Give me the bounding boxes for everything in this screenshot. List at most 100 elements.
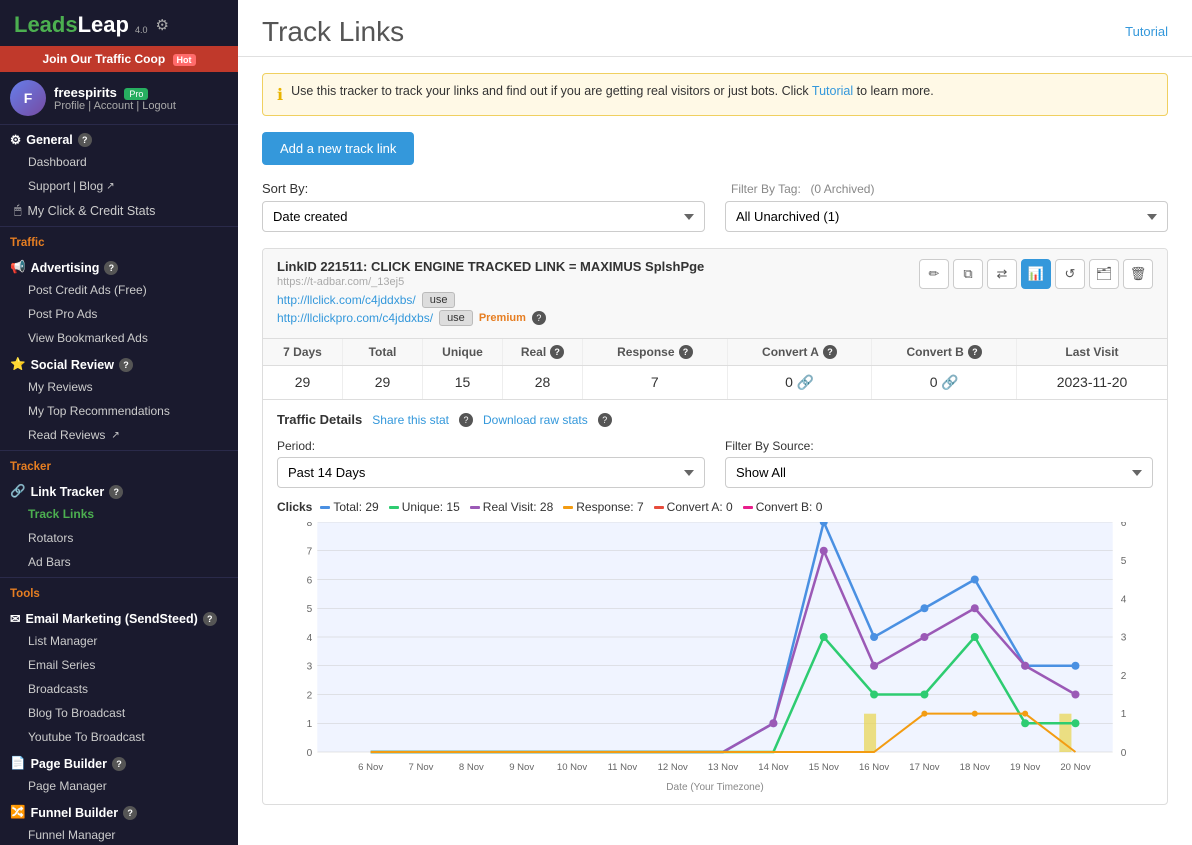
premium-help-icon[interactable]: ?	[532, 311, 546, 325]
response-help-icon[interactable]: ?	[679, 345, 693, 359]
dashboard-label: Dashboard	[28, 155, 87, 169]
email-marketing-help-icon[interactable]: ?	[203, 612, 217, 626]
sidebar-item-top-recommendations[interactable]: My Top Recommendations	[0, 399, 238, 423]
advertising-help-icon[interactable]: ?	[104, 261, 118, 275]
sidebar-item-youtube-to-broadcast[interactable]: Youtube To Broadcast	[0, 725, 238, 749]
delete-button[interactable]: 🗑	[1123, 259, 1153, 289]
legend-real-dot	[470, 506, 480, 509]
period-group: Period: Past 14 Days Past 7 Days Past 30…	[277, 439, 705, 488]
svg-text:18 Nov: 18 Nov	[960, 762, 990, 773]
stat-header-real: Real ?	[503, 339, 583, 365]
click-credit-icon: 🖱	[14, 203, 22, 218]
sidebar-item-post-credit-ads[interactable]: Post Credit Ads (Free)	[0, 278, 238, 302]
legend-total: Total: 29	[320, 500, 378, 514]
share-stat-link[interactable]: Share this stat	[372, 413, 449, 427]
sidebar-item-post-pro-ads[interactable]: Post Pro Ads	[0, 302, 238, 326]
svg-text:5: 5	[1121, 556, 1127, 567]
stat-response: 7	[583, 366, 728, 399]
page-builder-help-icon[interactable]: ?	[112, 757, 126, 771]
social-review-help-icon[interactable]: ?	[119, 358, 133, 372]
info-tutorial-link[interactable]: Tutorial	[812, 84, 853, 98]
use-button-2[interactable]: use	[439, 310, 473, 326]
logo-text: LeadsLeap	[14, 12, 129, 38]
download-raw-link[interactable]: Download raw stats	[483, 413, 588, 427]
sidebar-item-view-bookmarked[interactable]: View Bookmarked Ads	[0, 326, 238, 350]
sidebar-general-group[interactable]: ⚙ General ?	[0, 125, 238, 150]
link-tracker-help-icon[interactable]: ?	[109, 485, 123, 499]
social-review-icon: ⭐	[10, 357, 26, 372]
sidebar-item-list-manager[interactable]: List Manager	[0, 629, 238, 653]
archive-button[interactable]: 🗂	[1089, 259, 1119, 289]
general-icon: ⚙	[10, 132, 21, 147]
sidebar-item-funnel-manager[interactable]: Funnel Manager	[0, 823, 238, 845]
add-track-link-button[interactable]: Add a new track link	[262, 132, 414, 165]
sidebar-item-broadcasts[interactable]: Broadcasts	[0, 677, 238, 701]
sidebar-social-review-group[interactable]: ⭐ Social Review ?	[0, 350, 238, 375]
convert-a-link-icon[interactable]: 🔗	[796, 374, 813, 390]
funnel-builder-help-icon[interactable]: ?	[123, 806, 137, 820]
tutorial-link[interactable]: Tutorial	[1125, 24, 1168, 39]
legend-response: Response: 7	[563, 500, 643, 514]
legend-convert-b-text: Convert B: 0	[756, 500, 823, 514]
filter-by-tag-select[interactable]: All Unarchived (1)	[725, 201, 1168, 232]
svg-text:9 Nov: 9 Nov	[509, 762, 534, 773]
account-link[interactable]: Account	[94, 100, 134, 112]
sidebar-item-track-links[interactable]: Track Links	[0, 502, 238, 526]
svg-text:8 Nov: 8 Nov	[459, 762, 484, 773]
edit-button[interactable]: ✏	[919, 259, 949, 289]
sidebar-email-marketing-group[interactable]: ✉ Email Marketing (SendSteed) ?	[0, 604, 238, 629]
track-link-card: LinkID 221511: CLICK ENGINE TRACKED LINK…	[262, 248, 1168, 805]
logout-link[interactable]: Logout	[142, 100, 176, 112]
track-link-url: https://t-adbar.com/_13ej5	[277, 276, 919, 288]
convert-a-help-icon[interactable]: ?	[823, 345, 837, 359]
short-url-2[interactable]: http://llclickpro.com/c4jddxbs/	[277, 311, 433, 325]
info-banner-text: Use this tracker to track your links and…	[291, 84, 934, 98]
period-label: Period:	[277, 439, 705, 453]
share-help-icon[interactable]: ?	[459, 413, 473, 427]
track-card-header: LinkID 221511: CLICK ENGINE TRACKED LINK…	[263, 249, 1167, 339]
sidebar-page-builder-group[interactable]: 📄 Page Builder ?	[0, 749, 238, 774]
sidebar-item-rotators[interactable]: Rotators	[0, 526, 238, 550]
sort-by-select[interactable]: Date created Date updated Name	[262, 201, 705, 232]
svg-text:7 Nov: 7 Nov	[409, 762, 434, 773]
sidebar-item-read-reviews[interactable]: Read Reviews ↗	[0, 423, 238, 447]
sidebar-advertising-group[interactable]: 📢 Advertising ?	[0, 253, 238, 278]
sidebar-item-email-series[interactable]: Email Series	[0, 653, 238, 677]
track-link-short-2: http://llclickpro.com/c4jddxbs/ use Prem…	[277, 310, 919, 326]
general-help-icon[interactable]: ?	[78, 133, 92, 147]
sidebar-funnel-builder-group[interactable]: 🔀 Funnel Builder ?	[0, 798, 238, 823]
support-label[interactable]: Support	[28, 179, 70, 193]
chart-button[interactable]: 📊	[1021, 259, 1051, 289]
archived-count: (0 Archived)	[810, 182, 874, 196]
real-help-icon[interactable]: ?	[550, 345, 564, 359]
sidebar-item-dashboard[interactable]: Dashboard	[0, 150, 238, 174]
sidebar-item-blog-to-broadcast[interactable]: Blog To Broadcast	[0, 701, 238, 725]
sidebar-item-ad-bars[interactable]: Ad Bars	[0, 550, 238, 574]
svg-text:13 Nov: 13 Nov	[708, 762, 738, 773]
svg-text:4: 4	[307, 633, 313, 644]
share-button[interactable]: ⇄	[987, 259, 1017, 289]
convert-b-help-icon[interactable]: ?	[968, 345, 982, 359]
short-url-1[interactable]: http://llclick.com/c4jddxbs/	[277, 293, 416, 307]
page-builder-label: Page Builder	[31, 757, 107, 771]
sidebar-item-my-reviews[interactable]: My Reviews	[0, 375, 238, 399]
source-select[interactable]: Show All	[725, 457, 1153, 488]
profile-link[interactable]: Profile	[54, 100, 85, 112]
sidebar-link-tracker-group[interactable]: 🔗 Link Tracker ?	[0, 477, 238, 502]
page-title: Track Links	[262, 16, 404, 48]
join-coop-button[interactable]: Join Our Traffic Coop Hot	[0, 46, 238, 72]
legend-unique-text: Unique: 15	[402, 500, 460, 514]
svg-text:12 Nov: 12 Nov	[658, 762, 688, 773]
sidebar-item-click-credit[interactable]: 🖱 My Click & Credit Stats	[0, 198, 238, 223]
convert-b-link-icon[interactable]: 🔗	[941, 374, 958, 390]
download-help-icon[interactable]: ?	[598, 413, 612, 427]
copy-button[interactable]: ⧉	[953, 259, 983, 289]
reset-button[interactable]: ↺	[1055, 259, 1085, 289]
period-select[interactable]: Past 14 Days Past 7 Days Past 30 Days Cu…	[277, 457, 705, 488]
svg-text:5: 5	[307, 604, 313, 615]
main-header: Track Links Tutorial	[238, 0, 1192, 57]
funnel-builder-icon: 🔀	[10, 805, 26, 820]
sidebar-item-page-manager[interactable]: Page Manager	[0, 774, 238, 798]
blog-label[interactable]: Blog	[79, 179, 103, 193]
use-button-1[interactable]: use	[422, 292, 456, 308]
